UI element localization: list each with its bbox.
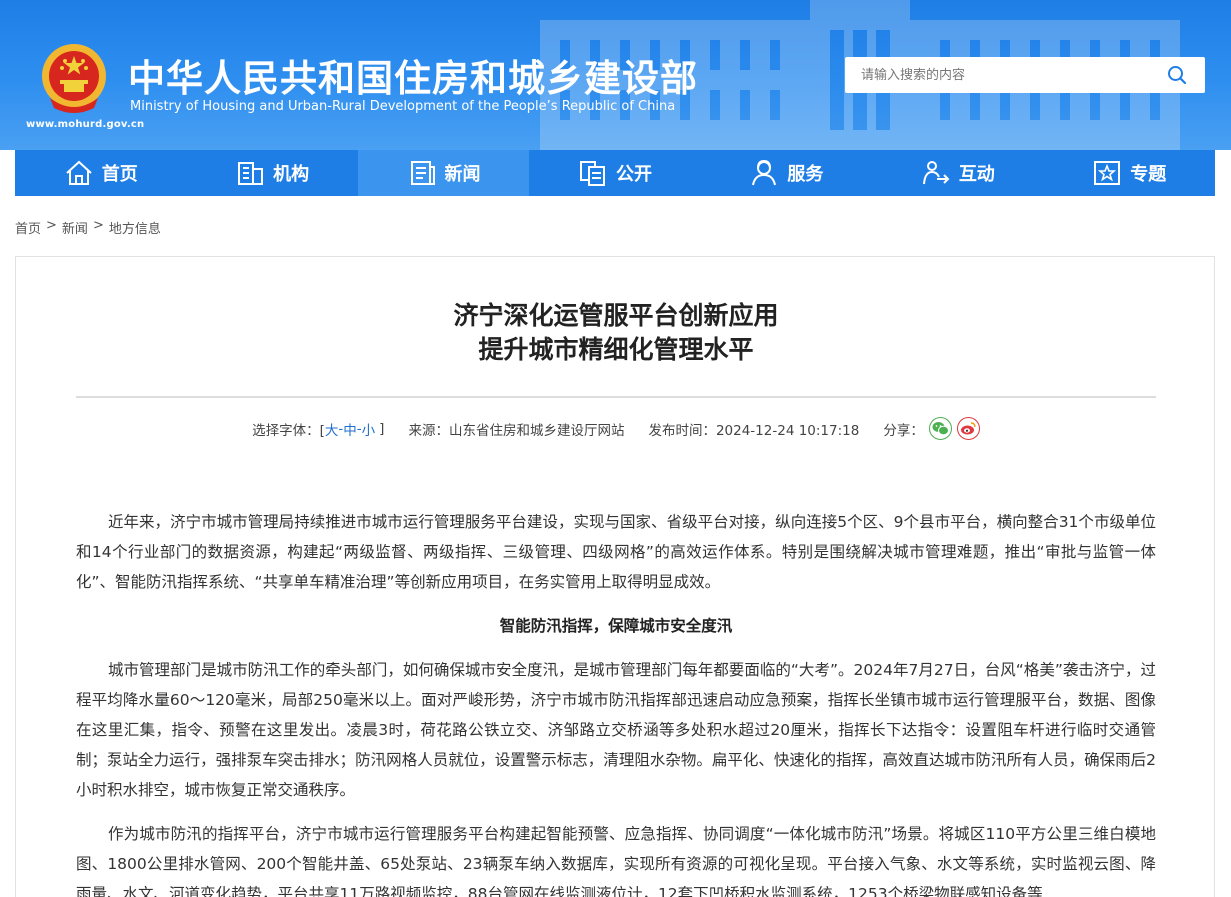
font-size-selector: 选择字体：[ 大 - 中 - 小 ] bbox=[252, 419, 384, 439]
breadcrumb: 首页 > 新闻 > 地方信息 bbox=[15, 218, 161, 237]
article-paragraph: 作为城市防汛的指挥平台，济宁市城市运行管理服务平台构建起智能预警、应急指挥、协同… bbox=[76, 825, 1156, 897]
article-body: 近年来，济宁市城市管理局持续推进市城市运行管理服务平台建设，实现与国家、省级平台… bbox=[76, 507, 1156, 897]
topic-icon bbox=[1094, 161, 1121, 185]
nav-item-public[interactable]: 公开 bbox=[529, 150, 700, 196]
article-section-title: 智能防汛指挥，保障城市安全度汛 bbox=[499, 617, 733, 635]
breadcrumb-separator: > bbox=[46, 218, 57, 233]
news-icon bbox=[410, 161, 435, 185]
title-divider bbox=[76, 396, 1156, 398]
interact-icon bbox=[922, 161, 950, 185]
breadcrumb-home[interactable]: 首页 bbox=[15, 218, 41, 237]
site-subtitle: Ministry of Housing and Urban-Rural Deve… bbox=[130, 99, 676, 114]
article-card: 济宁深化运管服平台创新应用 提升城市精细化管理水平 选择字体：[ 大 - 中 -… bbox=[15, 256, 1215, 897]
service-icon bbox=[752, 159, 777, 186]
nav-label: 新闻 bbox=[444, 164, 481, 185]
share-group: 分享： bbox=[883, 417, 980, 440]
font-size-large-link[interactable]: 大 bbox=[325, 419, 339, 439]
site-title[interactable]: 中华人民共和国住房和城乡建设部 bbox=[128, 48, 698, 102]
home-icon bbox=[66, 160, 92, 185]
article-paragraph: 城市管理部门是城市防汛工作的牵头部门，如何确保城市安全度汛，是城市管理部门每年都… bbox=[76, 661, 1156, 799]
national-emblem-icon bbox=[42, 44, 106, 113]
main-nav: 首页 机构 新闻 公开 服务 互动 专题 bbox=[15, 150, 1215, 196]
nav-label: 专题 bbox=[1130, 164, 1167, 185]
article-title-line2: 提升城市精细化管理水平 bbox=[478, 335, 754, 364]
search-button[interactable] bbox=[1149, 57, 1205, 93]
nav-label: 首页 bbox=[101, 164, 138, 185]
article-source: 来源：山东省住房和城乡建设厅网站 bbox=[408, 422, 625, 439]
font-size-label: 选择字体：[ bbox=[252, 422, 325, 439]
nav-item-topic[interactable]: 专题 bbox=[1044, 150, 1215, 196]
article-title-line1: 济宁深化运管服平台创新应用 bbox=[453, 301, 779, 330]
article-title: 济宁深化运管服平台创新应用 提升城市精细化管理水平 bbox=[16, 299, 1216, 367]
nav-label: 机构 bbox=[273, 164, 310, 185]
font-size-bracket: ] bbox=[379, 420, 385, 437]
breadcrumb-separator: > bbox=[92, 218, 104, 233]
document-icon bbox=[579, 161, 605, 186]
building-icon bbox=[238, 162, 264, 185]
search-box bbox=[845, 57, 1205, 93]
search-icon bbox=[1168, 66, 1187, 85]
nav-label: 服务 bbox=[787, 164, 824, 185]
article-publish-time: 发布时间：2024-12-24 10:17:18 bbox=[648, 422, 860, 439]
article-paragraph: 近年来，济宁市城市管理局持续推进市城市运行管理服务平台建设，实现与国家、省级平台… bbox=[76, 513, 1156, 591]
nav-item-organization[interactable]: 机构 bbox=[186, 150, 357, 196]
search-input[interactable] bbox=[845, 57, 1149, 93]
site-url: www.mohurd.gov.cn bbox=[26, 119, 145, 130]
share-label: 分享： bbox=[883, 422, 924, 439]
weibo-share-icon[interactable] bbox=[956, 417, 980, 440]
nav-item-home[interactable]: 首页 bbox=[15, 150, 186, 196]
nav-label: 互动 bbox=[958, 164, 995, 185]
breadcrumb-news[interactable]: 新闻 bbox=[62, 218, 88, 237]
site-header: www.mohurd.gov.cn 中华人民共和国住房和城乡建设部 Minist… bbox=[0, 0, 1231, 150]
nav-item-news[interactable]: 新闻 bbox=[357, 150, 530, 196]
font-size-small-link[interactable]: 小 bbox=[362, 419, 376, 439]
nav-item-service[interactable]: 服务 bbox=[701, 150, 872, 196]
breadcrumb-local-info[interactable]: 地方信息 bbox=[109, 218, 161, 237]
nav-item-interact[interactable]: 互动 bbox=[872, 150, 1043, 196]
font-size-medium-link[interactable]: 中 bbox=[343, 419, 357, 439]
nav-label: 公开 bbox=[615, 164, 652, 185]
wechat-share-icon[interactable] bbox=[928, 417, 952, 440]
article-meta: 选择字体：[ 大 - 中 - 小 ] 来源：山东省住房和城乡建设厅网站 发布时间… bbox=[16, 417, 1216, 440]
